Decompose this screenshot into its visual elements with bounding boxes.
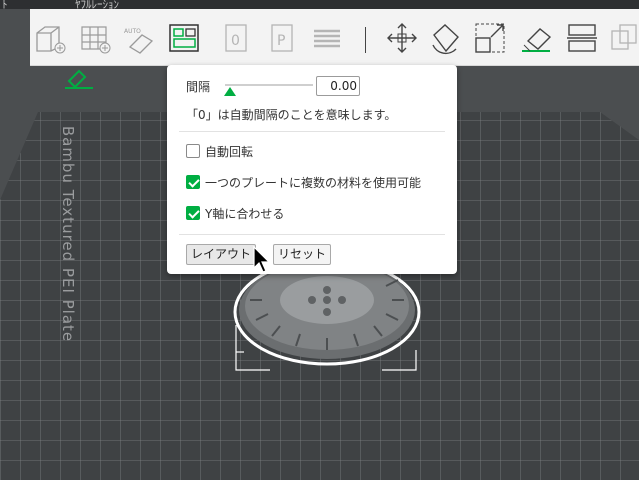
option-multi-material[interactable]: 一つのプレートに複数の材料を使用可能 [186,173,421,191]
divider [179,131,445,132]
svg-text:AUTO: AUTO [124,28,141,35]
option-label: Y軸に合わせる [205,206,285,221]
arrange-icon [169,24,199,52]
spacing-slider-thumb[interactable] [224,87,236,96]
split-objects-icon: 0 [225,24,247,52]
boolean-icon [611,24,637,50]
option-auto-rotate[interactable]: 自動回転 [186,142,253,160]
menu-bar: ﾄ ﾔﾌﾙﾚｰｼｮﾝ [0,0,639,9]
add-cube-button[interactable] [33,21,67,55]
move-icon [387,23,417,53]
auto-orient-icon: AUTO [124,28,154,54]
grid-plus-icon [81,26,111,54]
boolean-button[interactable] [608,21,639,55]
move-button[interactable] [385,21,419,55]
spacing-input[interactable]: 0.00 [316,76,360,96]
eraser-icon [65,69,93,89]
option-align-y[interactable]: Y軸に合わせる [186,204,284,222]
layers-button[interactable] [310,21,344,55]
spacing-slider[interactable] [225,84,313,86]
mouse-cursor-icon [253,246,271,273]
checkbox[interactable] [186,175,200,189]
arrange-button[interactable] [167,21,201,55]
split-objects-button[interactable]: 0 [220,21,254,55]
svg-text:0: 0 [231,33,240,49]
layers-icon [314,29,340,48]
spacing-label: 間隔 [186,80,211,94]
scale-button[interactable] [473,21,507,55]
reset-button[interactable]: リセット [273,244,332,265]
menu-item[interactable]: ﾄ [2,0,8,9]
lay-on-face-icon [522,28,552,52]
lay-on-face-button[interactable] [520,21,554,55]
checkbox[interactable] [186,206,200,220]
main-toolbar: AUTO 0 P [30,9,639,66]
cut-button[interactable] [565,21,599,55]
grid-plus-button[interactable] [78,21,112,55]
rotate-icon [432,24,459,55]
eraser-tool[interactable] [63,67,95,89]
arrange-apply-button[interactable]: レイアウト [186,244,257,265]
option-label: 自動回転 [205,144,254,159]
menu-item[interactable]: ﾔﾌﾙﾚｰｼｮﾝ [75,0,119,9]
spacing-hint: 「0」は自動間隔のことを意味します。 [186,108,397,122]
cube-plus-icon [36,26,66,54]
cut-icon [567,24,597,52]
split-parts-button[interactable]: P [266,21,300,55]
arrange-settings-panel: 間隔 0.00 「0」は自動間隔のことを意味します。 自動回転 一つのプレートに… [167,65,457,274]
auto-orient-button[interactable]: AUTO [122,21,156,55]
scale-icon [475,23,505,53]
svg-text:P: P [277,33,285,49]
divider [179,234,445,235]
rotate-button[interactable] [428,21,462,55]
plate-label: Bambu Textured PEI Plate [59,125,78,343]
toolbar-separator [365,27,366,53]
option-label: 一つのプレートに複数の材料を使用可能 [205,175,422,190]
split-parts-icon: P [271,24,293,52]
checkbox[interactable] [186,144,200,158]
